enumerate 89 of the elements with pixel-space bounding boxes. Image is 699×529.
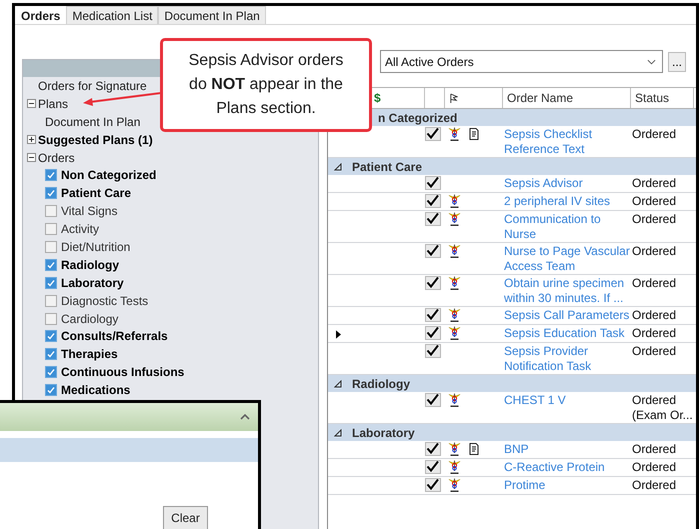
collapse-icon[interactable] xyxy=(334,428,342,436)
status-cell-text: Ordered xyxy=(631,175,678,192)
checkbox[interactable] xyxy=(45,348,57,360)
tree-item[interactable]: Patient Care xyxy=(61,186,132,200)
expand-icon[interactable] xyxy=(27,135,36,144)
checkbox[interactable] xyxy=(45,187,57,200)
checkbox[interactable] xyxy=(45,258,57,271)
tree-item[interactable]: Radiology xyxy=(61,258,120,272)
status-cell-text: Ordered xyxy=(631,275,678,292)
checkmark-icon[interactable] xyxy=(425,393,441,407)
status-cell: Ordered (Exam Or... xyxy=(631,392,694,423)
order-name-link[interactable]: C-Reactive Protein xyxy=(503,459,631,476)
status-cell-text: Ordered xyxy=(631,441,678,458)
checkbox[interactable] xyxy=(45,384,57,396)
order-name-link[interactable]: Sepsis Education Task xyxy=(503,325,631,342)
tree-item[interactable]: Diet/Nutrition xyxy=(61,240,130,254)
status-cell-text: Ordered xyxy=(631,211,678,228)
collapse-icon[interactable] xyxy=(27,99,36,108)
tree-item[interactable]: Non Categorized xyxy=(61,168,156,182)
status-cell-text: Ordered xyxy=(631,193,678,210)
tree-item[interactable]: Cardiology xyxy=(61,312,118,326)
tree-item[interactable]: Orders for Signature xyxy=(38,78,147,93)
checkbox[interactable] xyxy=(45,366,57,378)
tree-item[interactable]: Document In Plan xyxy=(45,114,140,129)
tree-item[interactable]: Therapies xyxy=(61,347,118,362)
group-header[interactable]: Laboratory xyxy=(328,424,696,441)
order-name-link[interactable]: Sepsis Advisor xyxy=(503,175,631,192)
order-name-link[interactable]: CHEST 1 V xyxy=(503,392,631,423)
tree-item[interactable]: Activity xyxy=(61,222,100,236)
checkbox[interactable] xyxy=(45,312,57,325)
order-name-link[interactable]: Protime xyxy=(503,477,631,494)
checkbox[interactable] xyxy=(45,330,57,342)
checkmark-icon[interactable] xyxy=(425,127,441,141)
chevron-down-icon xyxy=(647,58,656,64)
tree-item[interactable]: Plans xyxy=(38,96,68,111)
status-cell-text: Ordered xyxy=(631,243,678,260)
filter-dropdown[interactable]: All Active Orders xyxy=(380,50,663,73)
tab[interactable]: Document In Plan xyxy=(158,6,266,24)
checkmark-icon[interactable] xyxy=(425,176,441,190)
status-cell-text: Ordered xyxy=(631,126,678,143)
tree-item[interactable]: Medications xyxy=(61,383,130,398)
checkmark-icon[interactable] xyxy=(425,478,441,492)
checkbox[interactable] xyxy=(45,205,57,218)
checkbox[interactable] xyxy=(45,294,57,307)
column-header[interactable]: Status xyxy=(631,88,694,108)
order-name-link[interactable]: 2 peripheral IV sites xyxy=(503,193,631,210)
collapse-icon[interactable] xyxy=(27,153,36,162)
checkbox[interactable] xyxy=(45,240,57,253)
tree-item[interactable]: Continuous Infusions xyxy=(61,365,184,380)
checkmark-icon[interactable] xyxy=(425,244,441,258)
status-cell-text: Ordered xyxy=(631,343,678,360)
checkmark-icon[interactable] xyxy=(425,276,441,290)
checkmark-icon[interactable] xyxy=(425,442,441,456)
status-cell-text: Ordered xyxy=(631,325,678,342)
group-header[interactable]: Radiology xyxy=(328,375,696,392)
checkmark-icon[interactable] xyxy=(425,326,441,340)
tree-item[interactable]: Suggested Plans (1) xyxy=(38,132,153,147)
flag-icon xyxy=(449,92,458,104)
checkmark-icon[interactable] xyxy=(425,194,441,208)
checkbox[interactable] xyxy=(45,276,57,289)
order-name-link[interactable]: Obtain urine specimen within 30 minutes. If ... xyxy=(503,275,631,306)
collapse-icon[interactable] xyxy=(334,380,342,388)
tree-item[interactable]: Laboratory xyxy=(61,276,124,290)
status-cell-text: Ordered xyxy=(631,477,678,494)
tree-item[interactable]: Orders xyxy=(38,150,75,164)
status-cell-text: Ordered xyxy=(631,459,678,476)
tree-item[interactable]: Consults/Referrals xyxy=(61,329,168,344)
checkmark-icon[interactable] xyxy=(425,460,441,474)
order-name-link[interactable]: Nurse to Page Vascular Access Team xyxy=(503,243,631,274)
clear-button[interactable]: Clear xyxy=(163,506,208,529)
checkmark-icon[interactable] xyxy=(425,212,441,226)
group-header[interactable]: Patient Care xyxy=(328,158,696,175)
order-name-link[interactable]: Sepsis Call Parameters xyxy=(503,307,631,324)
checkbox[interactable] xyxy=(45,223,57,236)
order-name-link[interactable]: Sepsis Checklist Reference Text xyxy=(503,126,631,157)
order-name-link[interactable]: BNP xyxy=(503,441,631,458)
column-header[interactable]: Order Name xyxy=(503,88,631,108)
chevron-up-icon[interactable] xyxy=(240,414,250,420)
status-cell-text: Ordered xyxy=(631,307,678,324)
order-name-link[interactable]: Sepsis Provider Notification Task xyxy=(503,343,631,374)
tree-item[interactable]: Vital Signs xyxy=(61,204,118,218)
checkbox[interactable] xyxy=(45,169,57,182)
tab[interactable]: Medication List xyxy=(66,6,158,24)
order-name-link[interactable]: Communication to Nurse xyxy=(503,211,631,242)
tree-item[interactable]: Diagnostic Tests xyxy=(61,294,148,308)
collapse-icon[interactable] xyxy=(334,162,342,170)
more-button[interactable]: ... xyxy=(668,52,686,72)
checkmark-icon[interactable] xyxy=(425,308,441,322)
checkmark-icon[interactable] xyxy=(425,344,441,358)
